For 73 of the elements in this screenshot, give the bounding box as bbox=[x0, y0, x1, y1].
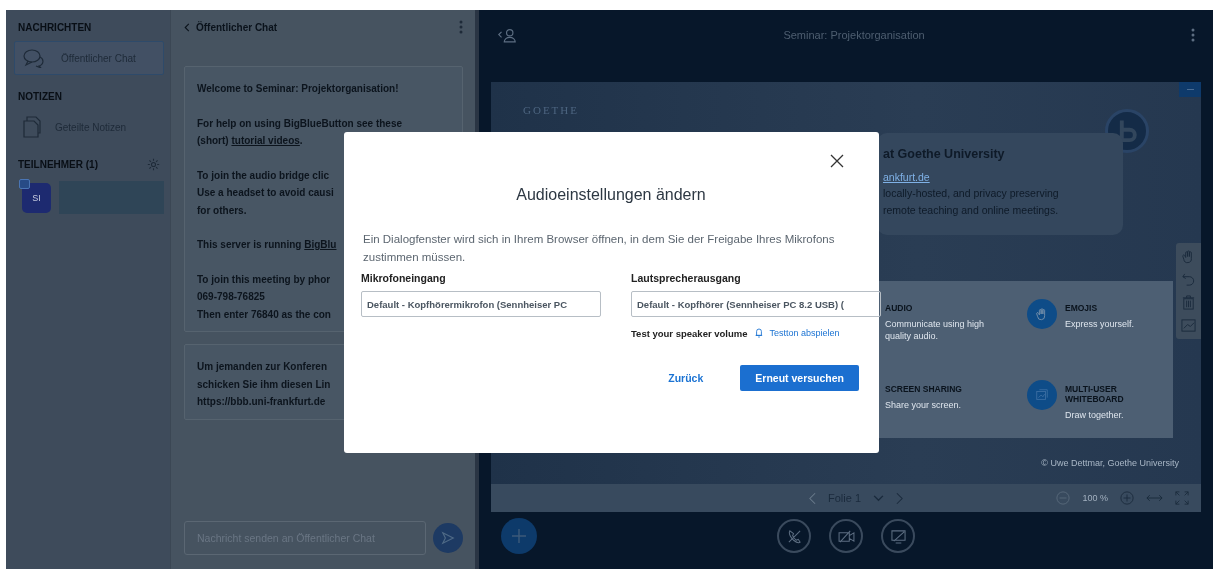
microphone-select[interactable]: Default - Kopfhörermikrofon (Sennheiser PC bbox=[361, 291, 601, 317]
test-label: Test your speaker volume bbox=[631, 327, 748, 339]
minimize-button[interactable] bbox=[1179, 82, 1201, 97]
leave-audio-button[interactable] bbox=[777, 519, 811, 553]
chat-line: This server is running BigBlu bbox=[197, 239, 337, 250]
chat-line: Use a headset to avoid causi bbox=[197, 187, 334, 198]
chat-line: schicken Sie ihm diesen Lin bbox=[197, 378, 331, 390]
phone-off-icon bbox=[786, 528, 802, 544]
dialog-description: Ein Dialogfenster wird sich in Ihrem Browser öffnen, in dem Sie der Freigabe Ihres Mikrofons zustimmen müssen. bbox=[363, 232, 836, 265]
feature-title: AUDIO bbox=[885, 303, 914, 313]
actions-button[interactable] bbox=[501, 518, 537, 554]
plus-icon bbox=[511, 528, 527, 544]
chat-bubbles-icon bbox=[23, 48, 47, 68]
field-label: Lautsprecherausgang bbox=[631, 272, 742, 284]
feature-text: Share your screen. bbox=[885, 398, 963, 411]
chart-icon[interactable] bbox=[1181, 318, 1196, 333]
link[interactable]: tutorial videos bbox=[231, 135, 300, 146]
link[interactable]: BigBlu bbox=[304, 239, 337, 250]
chevron-down-icon[interactable] bbox=[873, 494, 884, 502]
fullscreen-icon[interactable] bbox=[1175, 491, 1189, 505]
trash-icon[interactable] bbox=[1181, 295, 1196, 310]
more-options-icon[interactable] bbox=[459, 20, 463, 34]
section-heading: NACHRICHTEN bbox=[17, 21, 93, 35]
bell-icon bbox=[754, 327, 763, 339]
back-button[interactable]: Öffentlicher Chat bbox=[184, 21, 278, 33]
feature-title: MULTI-USER WHITEBOARD bbox=[1065, 383, 1125, 404]
feature-title: SCREEN SHARING bbox=[885, 383, 963, 394]
screen-off-icon bbox=[890, 528, 906, 544]
section-heading: NOTIZEN bbox=[17, 90, 63, 104]
feature-text: Express yourself. bbox=[1065, 318, 1136, 330]
chat-line: Then enter 76840 as the con bbox=[197, 308, 331, 320]
fit-width-icon[interactable] bbox=[1146, 494, 1163, 502]
zoom-level: 100 % bbox=[1082, 493, 1108, 503]
chat-line: (short) tutorial videos. bbox=[197, 135, 303, 146]
chat-line: Welcome to Seminar: Projektorganisation! bbox=[197, 83, 399, 94]
hand-icon bbox=[1027, 299, 1057, 329]
documents-icon bbox=[23, 116, 41, 138]
send-button[interactable] bbox=[433, 523, 463, 553]
meeting-title: Seminar: Projektorganisation bbox=[783, 29, 925, 41]
feature-title: EMOJIS bbox=[1065, 303, 1099, 313]
chat-line: To join this meeting by phor bbox=[197, 273, 331, 285]
close-icon[interactable] bbox=[830, 154, 844, 168]
chevron-left-icon bbox=[184, 22, 190, 32]
chat-line: 069-798-76825 bbox=[197, 291, 265, 302]
section-heading: TEILNEHMER (1) bbox=[18, 159, 98, 170]
settings-icon[interactable] bbox=[147, 158, 160, 171]
play-test-tone-link[interactable]: Testton abspielen bbox=[769, 328, 840, 338]
chat-line: To join the audio bridge clic bbox=[197, 169, 330, 181]
back-button[interactable]: Zurück bbox=[653, 365, 719, 391]
chat-line: https://bbb.uni-frankfurt.de bbox=[197, 396, 326, 407]
dialog-title: Audioeinstellungen ändern bbox=[515, 186, 707, 204]
user-avatar[interactable]: SI bbox=[22, 182, 51, 213]
send-icon bbox=[441, 531, 455, 545]
next-slide-icon[interactable] bbox=[896, 491, 903, 505]
photo-credit: © Uwe Dettmar, Goethe University bbox=[1041, 458, 1179, 468]
user-list-toggle-icon[interactable] bbox=[497, 27, 517, 43]
speaker-select[interactable]: Default - Kopfhörer (Sennheiser PC 8.2 USB) ( bbox=[631, 291, 881, 317]
previous-slide-icon[interactable] bbox=[809, 491, 816, 505]
more-options-icon[interactable] bbox=[1191, 28, 1195, 42]
chat-line: Um jemanden zur Konferen bbox=[197, 361, 328, 372]
feature-text: Communicate using high quality audio. bbox=[885, 318, 986, 342]
chat-line: for others. bbox=[197, 204, 247, 216]
link[interactable]: ankfurt.de bbox=[883, 171, 930, 183]
field-label: Mikrofoneingang bbox=[361, 272, 447, 284]
undo-icon[interactable] bbox=[1181, 272, 1196, 287]
camera-off-icon bbox=[837, 529, 855, 543]
whiteboard-icon bbox=[1027, 379, 1057, 410]
screen-share-off-button[interactable] bbox=[881, 519, 915, 553]
zoom-in-icon[interactable] bbox=[1120, 491, 1134, 505]
chat-line: For help on using BigBlueButton see these bbox=[197, 117, 402, 129]
feature-text: Draw together. bbox=[1065, 408, 1125, 421]
retry-button[interactable]: Erneut versuchen bbox=[740, 365, 859, 391]
camera-off-button[interactable] bbox=[829, 519, 863, 553]
